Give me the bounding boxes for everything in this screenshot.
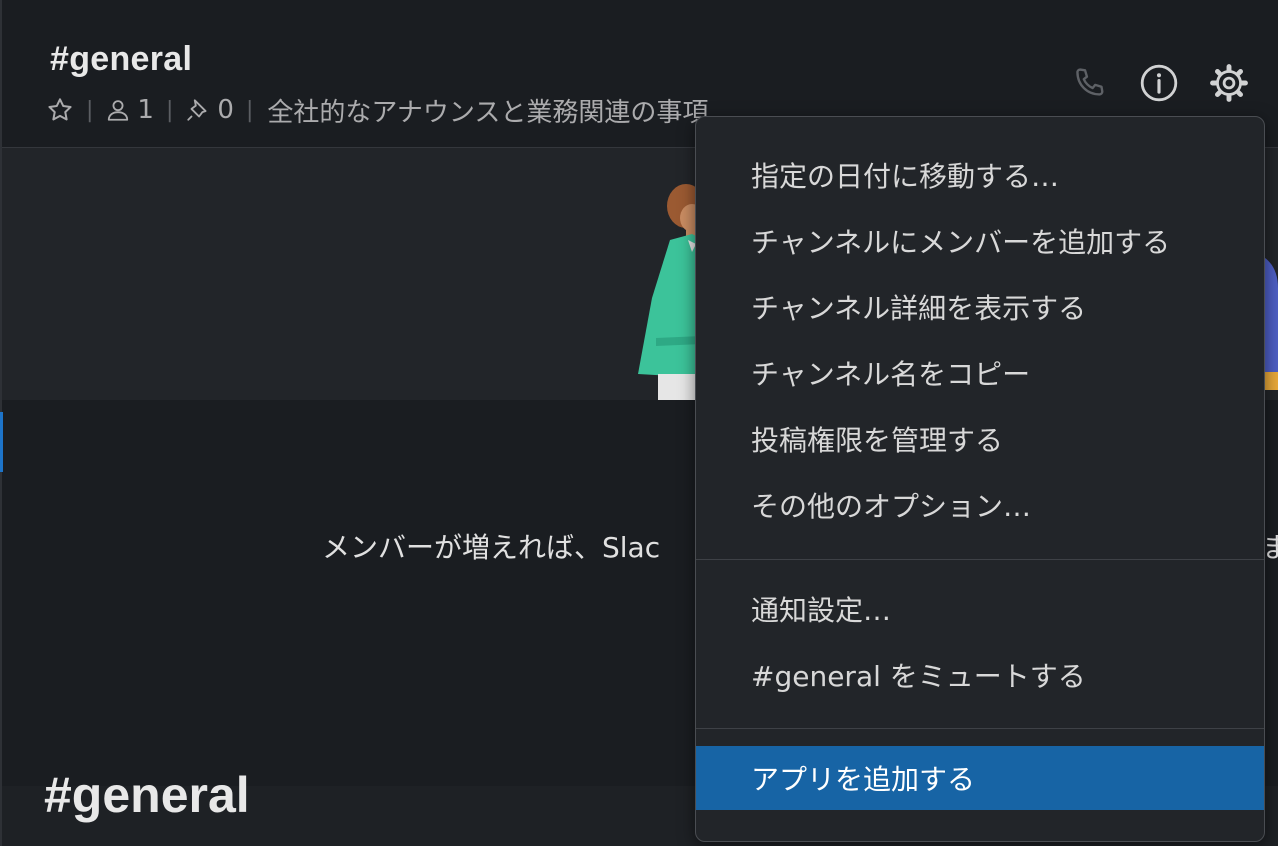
menu-divider [696,559,1264,560]
info-icon[interactable] [1138,62,1180,104]
channel-heading: #general [44,767,250,823]
menu-item-jump-to-date[interactable]: 指定の日付に移動する… [696,143,1264,207]
pin-count[interactable]: 0 [217,95,234,125]
menu-item-add-apps[interactable]: アプリを追加する [696,746,1264,810]
star-icon[interactable] [46,96,74,124]
meta-divider: | [86,97,94,123]
gear-icon[interactable] [1208,62,1250,104]
meta-divider: | [165,97,174,123]
channel-title[interactable]: #general [50,40,192,79]
menu-divider [696,728,1264,729]
member-count[interactable]: 1 [137,95,154,125]
pin-icon[interactable] [185,97,211,123]
menu-item-more-options[interactable]: その他のオプション… [696,473,1264,537]
menu-item-copy-name[interactable]: チャンネル名をコピー [696,341,1264,405]
scroll-indicator [0,412,3,472]
channel-topic[interactable]: 全社的なアナウンスと業務関連の事項 [267,92,708,129]
channel-settings-menu: 指定の日付に移動する… チャンネルにメンバーを追加する チャンネル詳細を表示する… [695,116,1265,842]
meta-divider: | [245,97,254,123]
menu-item-notification-settings[interactable]: 通知設定… [696,577,1264,641]
channel-meta: | 1 | 0 | 全社的なアナウンスと業務関連の事項 [46,92,708,128]
menu-item-view-details[interactable]: チャンネル詳細を表示する [696,275,1264,339]
menu-item-add-members[interactable]: チャンネルにメンバーを追加する [696,209,1264,273]
menu-item-posting-permissions[interactable]: 投稿権限を管理する [696,407,1264,471]
phone-icon[interactable] [1068,62,1110,104]
member-icon[interactable] [105,97,131,123]
channel-intro-text: メンバーが増えれば、Slac [322,531,661,564]
menu-item-mute-channel[interactable]: #general をミュートする [696,643,1264,707]
